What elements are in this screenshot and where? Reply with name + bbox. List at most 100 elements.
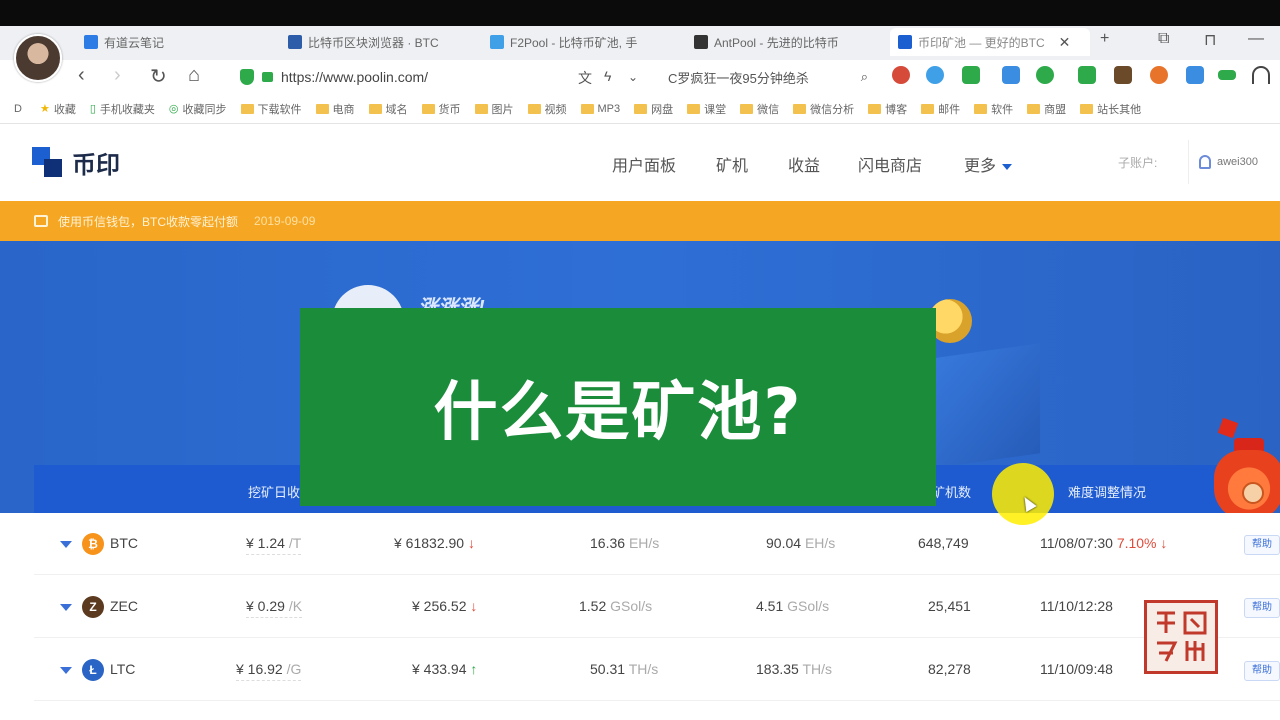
help-button[interactable]: 帮助 xyxy=(1244,535,1280,555)
bookmark-item[interactable]: 货币 xyxy=(421,101,461,117)
bookmark-item[interactable]: ▯ 手机收藏夹 xyxy=(90,101,155,117)
forward-icon[interactable]: › xyxy=(114,64,121,87)
bookmark-item[interactable]: 微信 xyxy=(740,101,779,117)
bookmark-item[interactable]: 课堂 xyxy=(687,101,726,117)
bookmark-item[interactable]: 邮件 xyxy=(921,101,960,117)
bookmark-item[interactable]: 商盟 xyxy=(1027,101,1066,117)
translate-icon[interactable]: 文 xyxy=(578,68,592,88)
folder-icon xyxy=(687,103,701,114)
extension-icon[interactable] xyxy=(1036,66,1054,84)
table-row[interactable]: Ł LTC ¥ 16.92 /G ¥ 433.94 ↑ 50.31 TH/s 1… xyxy=(34,639,1280,701)
bookmark-item[interactable]: ◎ 收藏同步 xyxy=(169,101,227,117)
folder-icon xyxy=(240,103,254,114)
back-icon[interactable]: ‹ xyxy=(78,64,85,87)
wechat-icon[interactable] xyxy=(1078,66,1096,84)
chevron-down-icon[interactable]: ⌄ xyxy=(628,70,638,84)
column-header-workers: 矿机数 xyxy=(932,485,972,500)
search-icon[interactable]: ⌕ xyxy=(861,69,868,85)
nav-flash-store[interactable]: 闪电商店 xyxy=(858,152,922,176)
coin-price: ¥ 256.52 xyxy=(412,598,467,614)
expand-row-icon[interactable] xyxy=(60,667,72,674)
help-button[interactable]: 帮助 xyxy=(1244,661,1280,681)
browser-tab[interactable]: 比特币区块浏览器 · BTC xyxy=(288,30,478,54)
bookmark-item[interactable]: 站长其他 xyxy=(1080,101,1141,117)
bookmark-item[interactable]: ★ 收藏 xyxy=(40,101,76,117)
bookmark-item[interactable]: 下载软件 xyxy=(240,101,302,117)
daily-earnings-value: ¥ 16.92 xyxy=(236,661,283,677)
window-restore-icon[interactable]: ⧉ xyxy=(1158,30,1169,48)
user-menu[interactable]: awei300 xyxy=(1188,140,1280,184)
battery-icon[interactable] xyxy=(1218,70,1236,80)
network-hashrate-cell: 4.51 GSol/s xyxy=(756,598,829,614)
nav-miners[interactable]: 矿机 xyxy=(716,152,748,176)
help-button[interactable]: 帮助 xyxy=(1244,598,1280,618)
mining-cube-illustration xyxy=(930,343,1040,469)
apps-icon[interactable] xyxy=(1186,66,1204,84)
extension-icon[interactable] xyxy=(1002,66,1020,84)
home-icon[interactable]: ⌂ xyxy=(188,64,200,87)
announcement-text[interactable]: 使用币信钱包，BTC收款零起付额 xyxy=(58,213,238,230)
user-avatar[interactable] xyxy=(14,34,62,82)
coin-price-cell: ¥ 256.52 ↓ xyxy=(412,598,477,614)
extension-icon[interactable] xyxy=(1114,66,1132,84)
bookmark-item[interactable]: 图片 xyxy=(474,101,514,117)
tab-favicon-icon xyxy=(898,35,912,49)
daily-earnings-value: ¥ 0.29 xyxy=(246,598,285,614)
username: awei300 xyxy=(1217,156,1258,168)
bookmark-item[interactable]: 域名 xyxy=(368,101,408,117)
coin-name: BTC xyxy=(110,535,138,551)
extension-icon[interactable] xyxy=(1150,66,1168,84)
pool-hashrate-value: 16.36 xyxy=(590,535,626,551)
expand-row-icon[interactable] xyxy=(60,541,72,548)
red-envelope-gift-icon[interactable] xyxy=(1212,417,1280,520)
headphones-icon[interactable] xyxy=(1252,66,1270,84)
difficulty-time: 11/10/12:28 xyxy=(1040,598,1113,614)
scissors-icon[interactable] xyxy=(962,66,980,84)
coin-price: ¥ 433.94 xyxy=(412,661,467,677)
window-pin-icon[interactable]: ⊓ xyxy=(1204,30,1216,50)
nav-earnings[interactable]: 收益 xyxy=(788,152,820,176)
user-icon xyxy=(1199,155,1211,169)
browser-tab[interactable]: F2Pool - 比特币矿池, 手 xyxy=(490,30,680,54)
nav-more[interactable]: 更多 xyxy=(964,152,1013,176)
table-row[interactable]: Z ZEC ¥ 0.29 /K ¥ 256.52 ↓ 1.52 GSol/s 4… xyxy=(34,576,1280,638)
reload-icon[interactable]: ↻ xyxy=(150,64,167,89)
browser-tab-active[interactable]: 币印矿池 — 更好的BTC ✕ xyxy=(890,28,1090,56)
bookmark-label: 货币 xyxy=(438,103,461,116)
bookmark-label: 域名 xyxy=(385,103,408,116)
bookmark-item[interactable]: 网盘 xyxy=(634,101,673,117)
bookmark-item[interactable]: 博客 xyxy=(868,101,907,117)
bookmark-label: 视频 xyxy=(544,103,567,116)
nav-user-panel[interactable]: 用户面板 xyxy=(612,152,676,176)
bookmarks-menu-icon[interactable]: D xyxy=(14,103,22,115)
bookmark-label: 微信分析 xyxy=(810,103,855,116)
bookmark-label: 图片 xyxy=(491,103,514,116)
worker-count: 648,749 xyxy=(918,535,969,551)
tab-favicon-icon xyxy=(694,35,708,49)
expand-row-icon[interactable] xyxy=(60,604,72,611)
browser-tab[interactable]: 有道云笔记 xyxy=(84,30,274,54)
folder-icon xyxy=(921,103,935,114)
bookmark-item[interactable]: 软件 xyxy=(974,101,1013,117)
table-row[interactable]: ₿ BTC ¥ 1.24 /T ¥ 61832.90 ↓ 16.36 EH/s … xyxy=(34,513,1280,575)
close-tab-icon[interactable]: ✕ xyxy=(1059,34,1071,51)
lightning-icon[interactable]: ϟ xyxy=(604,68,611,84)
url-text[interactable]: https://www.poolin.com/ xyxy=(281,69,428,85)
site-logo[interactable]: 币印 xyxy=(32,145,120,180)
extension-icon[interactable] xyxy=(926,66,944,84)
new-tab-icon[interactable]: + xyxy=(1100,30,1109,48)
bookmark-item[interactable]: 微信分析 xyxy=(793,101,854,117)
extension-icon[interactable] xyxy=(892,66,910,84)
bookmark-item[interactable]: MP3 xyxy=(580,103,620,115)
announcement-bar[interactable]: 使用币信钱包，BTC收款零起付额 2019-09-09 xyxy=(0,201,1280,241)
difficulty-cell: 11/10/12:28 xyxy=(1040,598,1113,614)
bookmark-item[interactable]: 电商 xyxy=(315,101,355,117)
search-input[interactable]: C罗疯狂一夜95分钟绝杀 ⌕ xyxy=(668,66,868,88)
price-down-arrow-icon: ↓ xyxy=(467,535,475,551)
bookmark-item[interactable]: 视频 xyxy=(527,101,567,117)
pool-hashrate-unit: GSol/s xyxy=(610,598,653,614)
window-minimize-icon[interactable]: — xyxy=(1248,30,1264,48)
browser-tab[interactable]: AntPool - 先进的比特币 xyxy=(694,30,884,54)
nav-more-label: 更多 xyxy=(964,158,997,175)
sub-account-label: 子账户: xyxy=(1118,156,1158,170)
